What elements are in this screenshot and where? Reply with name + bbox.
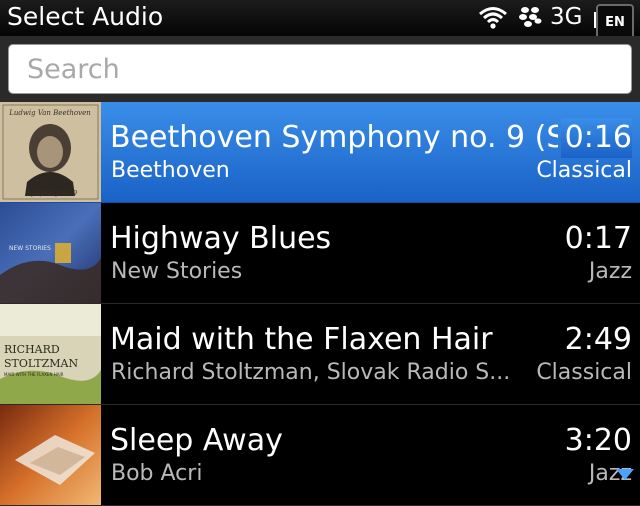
- track-title: Maid with the Flaxen Hair: [110, 322, 493, 357]
- track-row[interactable]: Sleep Away 3:20 Bob Acri Jazz: [0, 405, 640, 506]
- track-artist: New Stories: [111, 259, 243, 284]
- cover-text: NEW STORIES: [9, 245, 51, 252]
- track-duration: 0:17: [564, 221, 632, 256]
- track-title: Beethoven Symphony no. 9 (S: [110, 120, 558, 155]
- network-type-label: 3G: [550, 4, 583, 30]
- album-art-sleep-away: [0, 405, 101, 505]
- track-genre: Jazz: [588, 259, 632, 284]
- status-bar: Select Audio 3G EN: [0, 0, 640, 42]
- track-list: Ludwig Van Beethoven Symphony No. 9 Beet…: [0, 102, 640, 506]
- track-duration: 0:16: [560, 118, 632, 158]
- track-genre: Classical: [536, 158, 632, 183]
- cover-text: MAID WITH THE FLAXEN HAIR: [4, 372, 64, 377]
- search-input[interactable]: [8, 44, 632, 94]
- track-genre: Classical: [536, 360, 632, 385]
- cover-text: STOLTZMAN: [4, 357, 78, 370]
- search-bar: [0, 36, 640, 102]
- bbm-icon: [519, 7, 542, 27]
- track-artist: Beethoven: [111, 158, 230, 183]
- album-art-stoltzman: RICHARD STOLTZMAN MAID WITH THE FLAXEN H…: [0, 304, 101, 404]
- cover-text: Ludwig Van Beethoven: [8, 109, 91, 117]
- track-title: Sleep Away: [110, 423, 283, 458]
- wifi-icon: [479, 7, 507, 29]
- cover-text: Symphony No. 9: [27, 190, 77, 197]
- track-duration: 2:49: [564, 322, 632, 357]
- screen-title: Select Audio: [7, 2, 164, 31]
- track-row[interactable]: NEW STORIES Highway Blues 0:17 New Stori…: [0, 203, 640, 304]
- track-row[interactable]: Ludwig Van Beethoven Symphony No. 9 Beet…: [0, 102, 640, 203]
- track-artist: Richard Stoltzman, Slovak Radio S...: [111, 360, 511, 385]
- album-art-beethoven: Ludwig Van Beethoven Symphony No. 9: [0, 102, 101, 202]
- track-duration: 3:20: [564, 423, 632, 458]
- track-row[interactable]: RICHARD STOLTZMAN MAID WITH THE FLAXEN H…: [0, 304, 640, 405]
- cover-text: RICHARD: [4, 343, 60, 356]
- album-art-new-stories: NEW STORIES: [0, 203, 101, 303]
- track-artist: Bob Acri: [111, 461, 203, 486]
- track-title: Highway Blues: [110, 221, 332, 256]
- scroll-down-arrow-icon[interactable]: [616, 469, 634, 480]
